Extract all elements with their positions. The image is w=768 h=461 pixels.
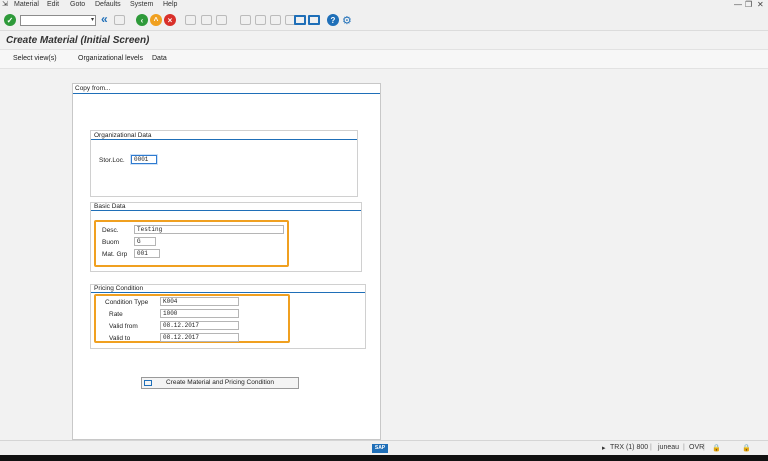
cancel-icon[interactable]: × — [164, 14, 176, 26]
execute-icon — [144, 380, 152, 386]
data-button[interactable]: Data — [152, 55, 167, 62]
save-icon[interactable] — [114, 15, 125, 25]
customize-layout-icon[interactable]: ⚙ — [342, 14, 352, 27]
menu-edit[interactable]: Edit — [47, 0, 59, 9]
condition-type-field[interactable]: K004 — [160, 297, 239, 306]
menu-defaults[interactable]: Defaults — [95, 0, 121, 9]
stor-loc-label: Stor.Loc. — [99, 157, 125, 164]
basic-data-divider — [91, 210, 361, 211]
status-lock-icon: 🔒 — [742, 445, 751, 452]
sap-logo: SAP — [372, 444, 388, 453]
next-page-icon[interactable] — [270, 15, 281, 25]
rate-field[interactable]: 1000 — [160, 309, 239, 318]
insert-mode: OVR — [689, 444, 705, 451]
status-separator: | — [683, 444, 685, 451]
user-info: juneau — [658, 444, 680, 451]
rate-label: Rate — [109, 311, 123, 318]
menu-goto[interactable]: Goto — [70, 0, 85, 9]
enter-check-icon[interactable]: ✓ — [4, 14, 16, 26]
shortcut-icon[interactable] — [308, 15, 320, 25]
lock-icon: 🔒 — [712, 445, 721, 452]
status-dropdown-icon[interactable]: ▸ — [602, 444, 606, 452]
chevron-down-icon[interactable]: ▾ — [91, 16, 94, 25]
valid-to-field[interactable]: 08.12.2017 — [160, 333, 239, 342]
pricing-divider — [91, 292, 365, 293]
mat-grp-label: Mat. Grp — [102, 251, 128, 258]
os-taskbar — [0, 455, 768, 461]
command-field[interactable]: ▾ — [20, 15, 96, 26]
basic-data-title: Basic Data — [94, 203, 126, 210]
copy-from-divider — [73, 93, 380, 94]
close-window-button[interactable]: ✕ — [757, 0, 764, 9]
desc-field[interactable]: Testing — [134, 225, 284, 234]
org-levels-button[interactable]: Organizational levels — [78, 55, 143, 62]
create-material-button-label: Create Material and Pricing Condition — [165, 379, 275, 386]
first-page-icon[interactable] — [240, 15, 251, 25]
find-next-icon[interactable] — [216, 15, 227, 25]
stor-loc-field[interactable]: 0001 — [131, 155, 157, 164]
buom-label: Buom — [102, 239, 119, 246]
desc-label: Desc. — [102, 227, 119, 234]
condition-type-label: Condition Type — [105, 299, 149, 306]
mat-grp-field[interactable]: 001 — [134, 249, 160, 258]
valid-to-label: Valid to — [109, 335, 131, 342]
status-separator: | — [650, 444, 652, 451]
org-data-divider — [91, 139, 357, 140]
menu-bar: ⇲ Material Edit Goto Defaults System Hel… — [0, 0, 768, 9]
back-icon[interactable]: ‹ — [136, 14, 148, 26]
new-session-icon[interactable] — [294, 15, 306, 25]
system-menu-icon[interactable]: ⇲ — [2, 0, 8, 9]
help-icon[interactable]: ? — [327, 14, 339, 26]
valid-from-field[interactable]: 08.12.2017 — [160, 321, 239, 330]
collapse-icon[interactable]: « — [101, 12, 108, 26]
application-toolbar: Select view(s) Organizational levels Dat… — [0, 49, 768, 69]
restore-button[interactable]: ❐ — [745, 0, 752, 9]
system-info[interactable]: TRX (1) 800 — [610, 444, 648, 451]
create-material-button[interactable]: Create Material and Pricing Condition — [141, 377, 299, 389]
buom-field[interactable]: G — [134, 237, 156, 246]
status-bar: SAP ▸ TRX (1) 800 | juneau | OVR | 🔒 🔒 — [0, 440, 768, 455]
status-separator: | — [703, 444, 705, 451]
print-icon[interactable] — [185, 15, 196, 25]
pricing-title: Pricing Condition — [94, 285, 144, 292]
find-icon[interactable] — [201, 15, 212, 25]
previous-page-icon[interactable] — [255, 15, 266, 25]
menu-material[interactable]: Material — [14, 0, 39, 9]
copy-from-title: Copy from... — [75, 85, 111, 92]
valid-from-label: Valid from — [109, 323, 138, 330]
org-data-title: Organizational Data — [94, 132, 152, 139]
minimize-button[interactable]: — — [734, 0, 742, 9]
select-views-button[interactable]: Select view(s) — [13, 55, 57, 62]
menu-system[interactable]: System — [130, 0, 153, 9]
system-toolbar: ✓ ▾ « ‹ ^ × ? ⚙ — [0, 9, 768, 31]
menu-help[interactable]: Help — [163, 0, 177, 9]
exit-icon[interactable]: ^ — [150, 14, 162, 26]
page-title: Create Material (Initial Screen) — [6, 35, 150, 46]
title-bar: Create Material (Initial Screen) — [0, 31, 768, 49]
